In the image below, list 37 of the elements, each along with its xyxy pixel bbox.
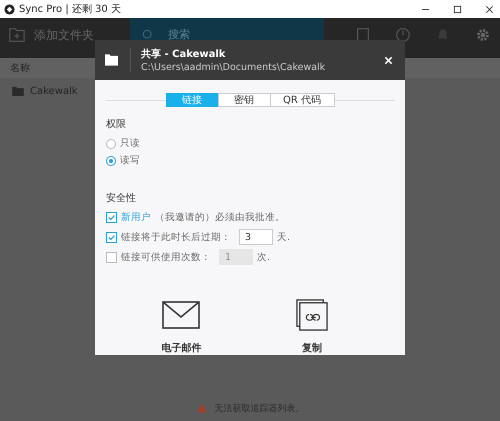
tab[interactable]: 密钥 [218, 93, 270, 107]
radio-button[interactable] [106, 156, 116, 166]
section-heading: 安全性 [106, 192, 137, 205]
option-label: 新用户 [121, 210, 151, 224]
tab[interactable]: QR 代码 [270, 93, 334, 107]
unit-label: 天. [277, 230, 290, 244]
maximize-icon[interactable] [453, 4, 462, 14]
option-label: 链接可供使用次数： [121, 250, 211, 264]
dialog-title: 共享 - Cakewalk [141, 47, 226, 61]
folder-name[interactable]: Cakewalk [30, 86, 78, 96]
window-title: Sync Pro | 还剩 30 天 [19, 3, 121, 16]
action-label[interactable]: 复制 [302, 341, 322, 355]
radio-button[interactable] [106, 138, 116, 148]
option-note: （我邀请的）必须由我批准。 [155, 210, 285, 224]
column-header[interactable]: 名称 [10, 61, 30, 75]
search-icon [142, 29, 154, 41]
radio-label: 读写 [120, 154, 140, 167]
radio-label: 只读 [120, 137, 140, 150]
checkbox[interactable] [106, 252, 117, 262]
input-field[interactable]: 3 [239, 229, 273, 245]
close-icon[interactable] [485, 4, 494, 14]
app-logo-icon [4, 4, 15, 14]
warning-icon [196, 403, 206, 413]
checkbox[interactable] [106, 232, 117, 242]
tab[interactable]: 链接 [166, 93, 218, 107]
folder-icon [12, 86, 24, 96]
option-label: 链接将于此时长后过期： [121, 230, 231, 244]
action-label[interactable]: 电子邮件 [161, 341, 202, 355]
envelope-icon[interactable] [162, 299, 200, 331]
add-folder-button[interactable]: 添加文件夹 [34, 27, 94, 44]
folder-icon [105, 54, 118, 66]
checkbox[interactable] [106, 212, 117, 222]
folder-path: C:\Users\aadmin\Documents\Cakewalk [141, 62, 326, 73]
add-folder-icon[interactable] [8, 26, 26, 44]
clock-icon[interactable] [394, 26, 412, 44]
unit-label: 次. [257, 250, 270, 264]
section-heading: 权限 [106, 118, 127, 131]
